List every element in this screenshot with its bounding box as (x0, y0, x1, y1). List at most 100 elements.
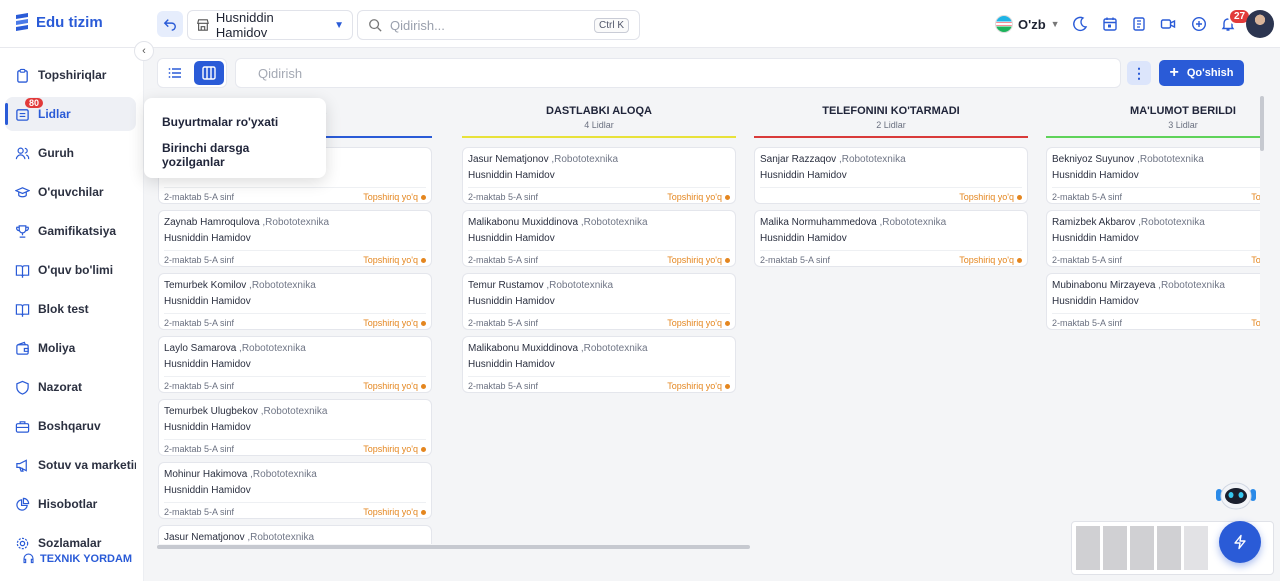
quick-action-button[interactable] (1219, 521, 1261, 563)
shield-icon (16, 380, 29, 395)
technical-support-link[interactable]: TEXNIK YORDAM (22, 552, 132, 565)
store-icon (197, 19, 209, 31)
sidebar-item-label: Lidlar (38, 107, 71, 121)
sidebar-item-boshqaruv[interactable]: Boshqaruv (5, 409, 136, 443)
horizontal-scrollbar[interactable] (157, 545, 750, 549)
add-lead-button[interactable]: + Qo'shish (1159, 60, 1244, 86)
more-options-button[interactable]: ⋮ (1127, 61, 1151, 85)
column-count: 2 Lidlar (876, 120, 906, 130)
language-selector[interactable]: O'zb ▼ (995, 15, 1060, 33)
lead-footer: Topshiriq yo'q (760, 187, 1022, 202)
global-search-placeholder: Qidirish... (390, 17, 445, 33)
sidebar-item-label: Moliya (38, 341, 76, 355)
user-avatar[interactable] (1246, 10, 1274, 38)
app-logo[interactable]: Edu tizim (14, 12, 103, 32)
sidebar-item-hisobotlar[interactable]: Hisobotlar (5, 487, 136, 521)
lead-group: 2-maktab 5-A sinf (1052, 255, 1123, 265)
lead-card[interactable]: Mubinabonu Mirzayeva ,Robototexnika Husni… (1046, 273, 1260, 330)
notes-button[interactable] (1129, 14, 1149, 34)
chatbot-robot-icon[interactable] (1214, 481, 1258, 511)
lead-owner: Husniddin Hamidov (164, 359, 251, 370)
lead-card[interactable]: Jasur Nematjonov ,RobototexnikaHusniddin… (462, 147, 736, 204)
sidebar-item-lidlar[interactable]: Lidlar 80 (5, 97, 136, 131)
moon-icon (1073, 16, 1088, 32)
calendar-icon (1103, 17, 1117, 31)
logo-icon (16, 13, 28, 31)
lead-group: 2-maktab 5-A sinf (1052, 192, 1123, 202)
lead-card[interactable]: Temurbek Ulugbekov ,Robototexnika Husnidd… (158, 399, 432, 456)
chevron-left-icon: ‹ (142, 45, 146, 57)
list-view-button[interactable] (160, 61, 190, 85)
sidebar-item-gamifikatsiya[interactable]: Gamifikatsiya (5, 214, 136, 248)
quick-panel-slot[interactable] (1157, 526, 1181, 570)
quick-panel-slot[interactable] (1103, 526, 1127, 570)
task-status: Topshiriq yo'q (1251, 255, 1260, 265)
board-view-button[interactable] (194, 61, 224, 85)
menu-item-birinchi-darsga[interactable]: Birinchi darsga yozilganlar (144, 138, 326, 171)
quick-panel-slot[interactable] (1130, 526, 1154, 570)
branch-selector[interactable]: Husniddin Hamidov ▼ (187, 10, 353, 40)
lead-title: Laylo Samarova ,Robototexnika (164, 343, 426, 354)
add-quick-button[interactable] (1189, 14, 1209, 34)
lead-name: Bekniyoz Suyunov (1052, 154, 1135, 165)
sidebar-item-topshiriqlar[interactable]: Topshiriqlar (5, 58, 136, 92)
sidebar-collapse-button[interactable]: ‹ (134, 41, 154, 61)
task-status: Topshiriq yo'q (363, 507, 426, 517)
task-status: Topshiriq yo'q (667, 192, 730, 202)
lead-card[interactable]: Mohinur Hakimova ,Robototexnika Husniddin… (158, 462, 432, 519)
board-search-input[interactable]: Qidirish (235, 58, 1121, 88)
dark-mode-button[interactable] (1070, 14, 1090, 34)
lead-card[interactable]: Malikabonu Muxiddinova ,Robototexnika Hus… (462, 210, 736, 267)
chevron-down-icon: ▼ (334, 19, 344, 31)
lead-footer: 2-maktab 5-A sinf Topshiriq yo'q (468, 376, 730, 391)
sidebar-item-moliya[interactable]: Moliya (5, 331, 136, 365)
lead-course: ,Robototexnika (260, 406, 328, 417)
quick-panel-slot[interactable] (1184, 526, 1208, 570)
lead-card[interactable]: Temur Rustamov ,Robototexnika Husniddin H… (462, 273, 736, 330)
lead-card[interactable]: Jasur Nematjonov ,RobototexnikaHusniddin… (158, 525, 432, 544)
sidebar-item-sotuv-va-marketing[interactable]: Sotuv va marketing (5, 448, 136, 482)
lead-name: Laylo Samarova (164, 343, 237, 354)
column-count: 4 Lidlar (584, 120, 614, 130)
users-icon (15, 147, 30, 159)
sidebar-item-guruh[interactable]: Guruh (5, 136, 136, 170)
lead-card[interactable]: Bekniyoz Suyunov ,Robototexnika Husniddin… (1046, 147, 1260, 204)
video-call-button[interactable] (1158, 14, 1178, 34)
lead-card[interactable]: Malika Normuhammedova ,Robototexnika Husn… (754, 210, 1028, 267)
trophy-icon (16, 224, 29, 238)
lead-card[interactable]: Laylo Samarova ,Robototexnika Husniddin H… (158, 336, 432, 393)
lead-course: ,Robototexnika (262, 217, 330, 228)
top-bar: Edu tizim Husniddin Hamidov ▼ Qidirish..… (0, 0, 1280, 48)
sidebar-item-oquvchilar[interactable]: O'quvchilar (5, 175, 136, 209)
lead-footer: 2-maktab 5-A sinf Topshiriq yo'q (164, 187, 426, 202)
quick-panel-slot[interactable] (1076, 526, 1100, 570)
menu-item-buyurtmalar[interactable]: Buyurtmalar ro'yxati (144, 105, 326, 138)
task-status: Topshiriq yo'q (363, 444, 426, 454)
lead-card[interactable]: Temurbek Komilov ,Robototexnika Husniddin… (158, 273, 432, 330)
calendar-button[interactable] (1100, 14, 1120, 34)
lead-card[interactable]: Sanjar Razzaqov ,Robototexnika Husniddin … (754, 147, 1028, 204)
sidebar-item-label: Boshqaruv (38, 419, 101, 433)
lead-owner: Husniddin Hamidov (1052, 233, 1139, 244)
vertical-scrollbar[interactable] (1260, 96, 1264, 151)
lead-name: Ramizbek Akbarov (1052, 217, 1136, 228)
lead-card[interactable]: Ramizbek Akbarov ,Robototexnika Husniddin… (1046, 210, 1260, 267)
task-status: Topshiriq yo'q (363, 255, 426, 265)
lead-title: Temurbek Komilov ,Robototexnika (164, 280, 426, 291)
lead-course: ,Robototexnika (1158, 280, 1225, 291)
search-shortcut: Ctrl K (594, 17, 629, 33)
lead-course: ,Robototexnika (580, 217, 648, 228)
board-search-placeholder: Qidirish (258, 65, 303, 81)
lead-name: Temurbek Komilov (164, 280, 247, 291)
sidebar-item-nazorat[interactable]: Nazorat (5, 370, 136, 404)
sidebar-item-blok-test[interactable]: Blok test (5, 292, 136, 326)
back-button[interactable] (157, 11, 183, 37)
global-search-input[interactable]: Qidirish... Ctrl K (357, 10, 640, 40)
sidebar-item-oquv-bolimi[interactable]: O'quv bo'limi (5, 253, 136, 287)
lead-card[interactable]: Zaynab Hamroqulova ,Robototexnika Husnidd… (158, 210, 432, 267)
task-status: Topshiriq yo'q (667, 318, 730, 328)
uzbekistan-flag-icon (995, 15, 1013, 33)
lead-card[interactable]: Malikabonu Muxiddinova ,Robototexnika Hus… (462, 336, 736, 393)
columns-icon (202, 66, 216, 80)
plus-icon: + (1169, 64, 1179, 81)
